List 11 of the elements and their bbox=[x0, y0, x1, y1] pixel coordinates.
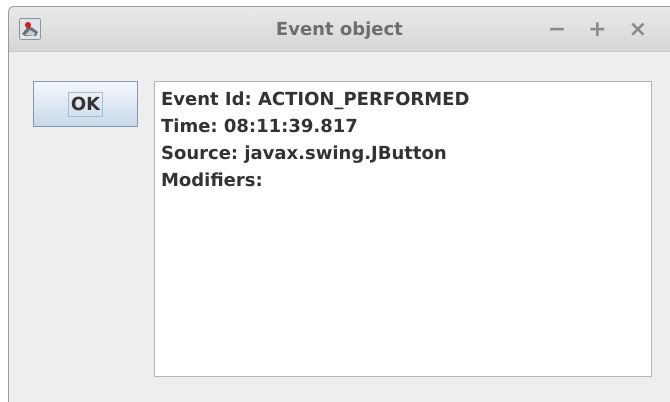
text-area[interactable]: Event Id: ACTION_PERFORMED Time: 08:11:39.817 Source: javax.swing.JButton Modifiers: bbox=[154, 81, 652, 377]
app-icon bbox=[19, 18, 41, 40]
ok-button[interactable]: OK bbox=[33, 81, 138, 127]
window-title: Event object bbox=[274, 18, 404, 40]
window-control[interactable]: × bbox=[628, 16, 647, 42]
window-control[interactable]: + bbox=[588, 16, 607, 42]
text-line: Time: 08:11:39.817 bbox=[161, 115, 359, 139]
text-line: Event Id: ACTION_PERFORMED bbox=[161, 88, 470, 112]
window-control[interactable]: − bbox=[548, 16, 566, 42]
text-line: Modifiers: bbox=[161, 169, 264, 193]
text-line: Source: javax.swing.JButton bbox=[161, 142, 448, 166]
